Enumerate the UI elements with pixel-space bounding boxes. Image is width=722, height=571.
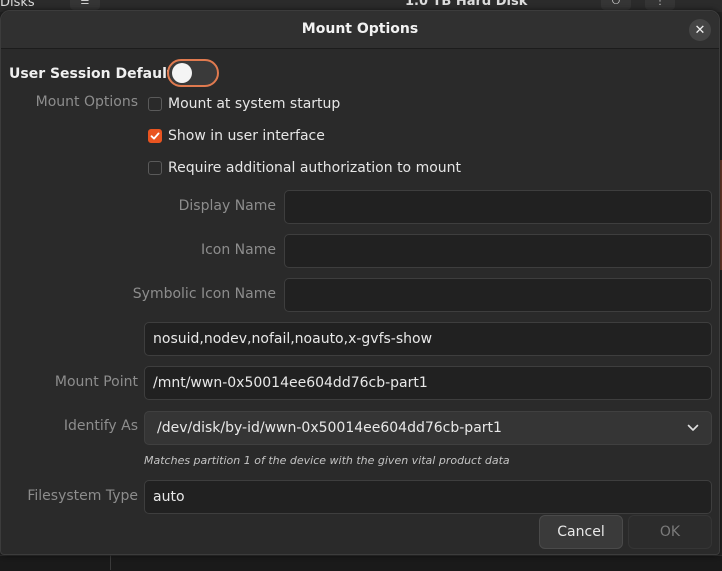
user-session-defaults-toggle[interactable] — [167, 59, 219, 87]
checkmark-icon — [150, 132, 160, 140]
background-drive-title: 1.0 TB Hard Disk — [405, 0, 528, 9]
filesystem-type-input[interactable]: auto — [144, 480, 712, 514]
mount-at-startup-label: Mount at system startup — [168, 96, 341, 112]
require-auth-checkbox[interactable] — [148, 161, 162, 175]
symbolic-icon-name-input[interactable] — [284, 278, 712, 312]
user-session-defaults-label: User Session Defaults — [9, 66, 182, 82]
show-in-ui-checkbox-row[interactable]: Show in user interface — [148, 126, 325, 146]
power-icon[interactable]: ⏻ — [601, 0, 631, 10]
background-footer — [0, 555, 722, 571]
background-app-title: Disks — [0, 0, 35, 10]
mount-options-label: Mount Options — [35, 94, 138, 110]
identify-as-hint: Matches partition 1 of the device with t… — [144, 454, 510, 467]
display-name-label: Display Name — [178, 198, 276, 214]
display-name-input[interactable] — [284, 190, 712, 224]
filesystem-type-label: Filesystem Type — [27, 488, 138, 504]
symbolic-icon-name-label: Symbolic Icon Name — [132, 286, 276, 302]
dialog-title: Mount Options — [301, 21, 419, 37]
identify-as-label: Identify As — [63, 418, 138, 434]
more-vertical-icon[interactable]: ⋮ — [645, 0, 675, 10]
close-button[interactable]: ✕ — [689, 19, 711, 41]
mount-at-startup-checkbox-row[interactable]: Mount at system startup — [148, 94, 340, 114]
hamburger-menu-icon[interactable]: ☰ — [70, 0, 100, 10]
show-in-ui-checkbox[interactable] — [148, 129, 162, 143]
mount-point-label: Mount Point — [54, 374, 138, 390]
require-auth-checkbox-row[interactable]: Require additional authorization to moun… — [148, 158, 461, 178]
ok-button[interactable]: OK — [628, 515, 712, 549]
mount-options-input[interactable]: nosuid,nodev,nofail,noauto,x-gvfs-show — [144, 322, 712, 356]
toggle-knob — [172, 63, 192, 83]
dialog-titlebar: Mount Options ✕ — [1, 11, 719, 49]
icon-name-input[interactable] — [284, 234, 712, 268]
identify-as-value: /dev/disk/by-id/wwn-0x50014ee604dd76cb-p… — [157, 420, 502, 436]
mount-at-startup-checkbox[interactable] — [148, 97, 162, 111]
identify-as-dropdown[interactable]: /dev/disk/by-id/wwn-0x50014ee604dd76cb-p… — [144, 411, 712, 445]
icon-name-label: Icon Name — [200, 242, 276, 258]
mount-point-input[interactable]: /mnt/wwn-0x50014ee604dd76cb-part1 — [144, 366, 712, 400]
show-in-ui-label: Show in user interface — [168, 128, 325, 144]
require-auth-label: Require additional authorization to moun… — [168, 160, 462, 176]
chevron-down-icon — [687, 424, 699, 431]
cancel-button[interactable]: Cancel — [539, 515, 623, 549]
background-footer-divider — [110, 555, 111, 570]
mount-options-dialog: Mount Options ✕ User Session Defaults Mo… — [0, 10, 720, 555]
close-icon: ✕ — [694, 22, 706, 38]
